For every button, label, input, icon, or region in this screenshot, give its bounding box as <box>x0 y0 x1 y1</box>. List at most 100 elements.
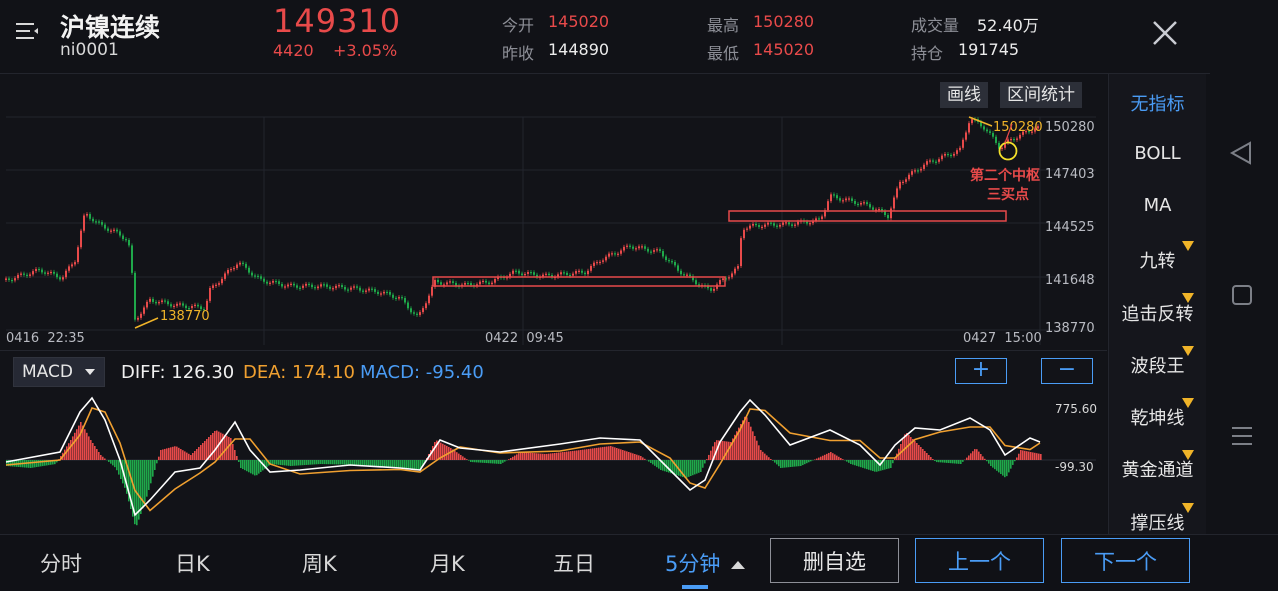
indicator-select[interactable]: MACD <box>13 357 105 387</box>
tab-5min[interactable]: 5分钟 <box>665 548 745 578</box>
macd-bar <box>798 460 800 466</box>
candle-body <box>368 289 370 291</box>
tab-weekly[interactable]: 周K <box>302 548 337 578</box>
candle-body <box>152 299 154 302</box>
macd-bar <box>446 446 448 460</box>
macd-bar <box>196 449 198 460</box>
divider <box>0 350 1107 351</box>
macd-bar <box>578 450 580 460</box>
indicator-none[interactable]: 无指标 <box>1109 90 1206 116</box>
macd-bar <box>212 433 214 460</box>
macd-bar <box>274 460 276 464</box>
macd-bar <box>368 460 370 466</box>
macd-bar <box>256 460 258 475</box>
prev-instrument-button[interactable]: 上一个 <box>915 538 1044 583</box>
tab-intraday[interactable]: 分时 <box>40 548 82 578</box>
macd-bar <box>862 460 864 468</box>
macd-bar <box>1010 460 1012 469</box>
macd-bar <box>884 460 886 470</box>
macd-bar <box>342 460 344 465</box>
home-icon[interactable] <box>1231 284 1253 306</box>
macd-bar <box>908 435 910 460</box>
recents-icon[interactable] <box>1230 425 1254 447</box>
macd-bar <box>78 426 80 460</box>
macd-bar <box>636 455 638 460</box>
tab-five-day[interactable]: 五日 <box>553 548 595 578</box>
macd-chart[interactable]: 775.60 -99.30 <box>0 390 1107 532</box>
candle-body <box>92 219 94 222</box>
candle-body <box>737 266 739 269</box>
candle-body <box>83 216 85 231</box>
candle-body <box>1010 139 1012 140</box>
macd-bar <box>852 460 854 465</box>
candle-body <box>467 283 469 284</box>
candle-body <box>311 285 313 287</box>
macd-bar <box>28 460 30 468</box>
candle-body <box>308 284 310 285</box>
macd-bar <box>890 460 892 468</box>
candle-body <box>830 194 832 201</box>
next-instrument-button[interactable]: 下一个 <box>1061 538 1190 583</box>
macd-bar <box>874 460 876 472</box>
candle-body <box>197 305 199 307</box>
candle-body <box>971 119 973 123</box>
candle-body <box>932 160 934 161</box>
candle-body <box>440 282 442 284</box>
close-icon[interactable] <box>1150 18 1180 48</box>
zoom-out-button[interactable]: − <box>1041 358 1093 384</box>
macd-bar <box>706 459 708 460</box>
candle-body <box>1013 139 1015 140</box>
macd-bar <box>536 453 538 460</box>
candle-body <box>356 286 358 287</box>
menu-icon[interactable] <box>14 18 40 44</box>
macd-bar <box>980 454 982 460</box>
candle-body <box>317 287 319 289</box>
macd-bar <box>760 450 762 460</box>
draw-line-button[interactable]: 画线 <box>940 82 988 108</box>
candle-body <box>869 204 871 207</box>
macd-bar <box>562 452 564 460</box>
macd-bar <box>1000 460 1002 474</box>
candle-body <box>809 223 811 224</box>
macd-bar <box>858 460 860 467</box>
macd-bar <box>834 454 836 460</box>
macd-bar <box>602 447 604 460</box>
macd-bar <box>802 460 804 465</box>
remove-watchlist-button[interactable]: 删自选 <box>770 538 899 583</box>
range-stats-button[interactable]: 区间统计 <box>1000 82 1082 108</box>
macd-bar <box>232 444 234 460</box>
candle-body <box>575 271 577 274</box>
indicator-boll[interactable]: BOLL <box>1109 143 1206 164</box>
zoom-in-button[interactable]: + <box>955 358 1007 384</box>
macd-bar <box>320 460 322 464</box>
macd-bar <box>200 445 202 460</box>
macd-bar <box>998 460 1000 472</box>
tab-monthly[interactable]: 月K <box>430 548 465 578</box>
tab-daily[interactable]: 日K <box>175 548 210 578</box>
macd-bar <box>380 460 382 467</box>
candle-body <box>605 257 607 261</box>
macd-bar <box>928 455 930 460</box>
candle-body <box>680 271 682 274</box>
macd-y-top: 775.60 <box>1055 402 1097 416</box>
macd-bar <box>174 446 176 460</box>
price-change: 4420 <box>273 41 314 60</box>
macd-bar <box>198 447 200 460</box>
macd-bar <box>238 460 240 462</box>
macd-bar <box>996 460 998 471</box>
macd-bar <box>866 460 868 469</box>
macd-bar <box>206 439 208 460</box>
macd-bar <box>406 460 408 469</box>
macd-bar <box>800 460 802 466</box>
indicator-ma[interactable]: MA <box>1109 195 1206 216</box>
candle-body <box>641 246 643 247</box>
candlestick-chart[interactable]: 138770 150280 第二个中枢 三买点 150280 147403 14… <box>0 110 1107 350</box>
macd-bar <box>918 445 920 460</box>
back-icon[interactable] <box>1228 140 1254 166</box>
macd-bar <box>1014 460 1016 461</box>
candle-body <box>338 285 340 286</box>
macd-bar <box>344 460 346 465</box>
macd-bar <box>300 460 302 465</box>
macd-bar <box>194 451 196 460</box>
macd-bar <box>88 436 90 460</box>
